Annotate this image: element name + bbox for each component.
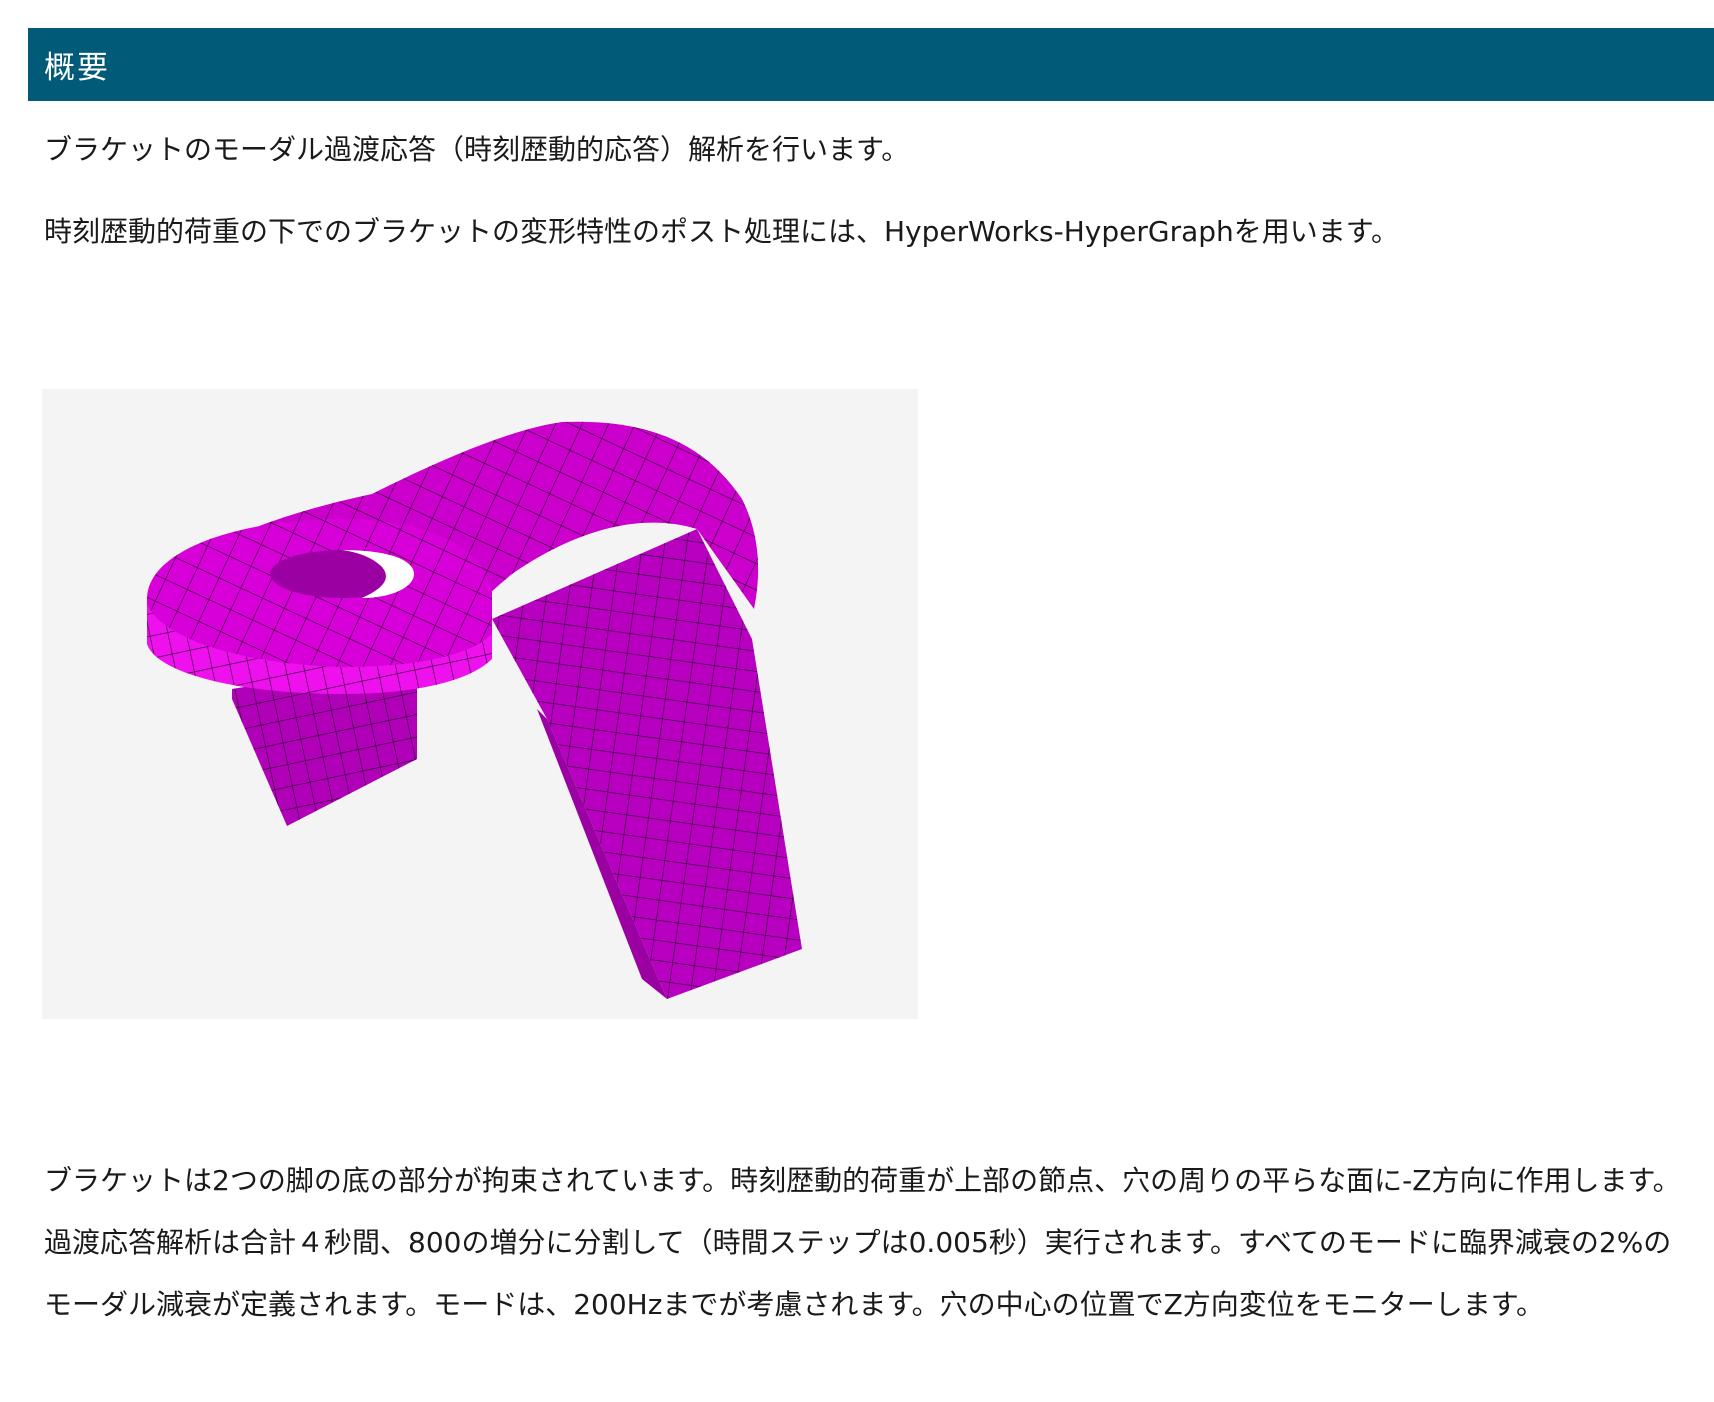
hole-plate bbox=[147, 519, 492, 694]
bracket-figure bbox=[42, 389, 918, 1019]
intro-line-1: ブラケットのモーダル過渡応答（時刻歴動的応答）解析を行います。 bbox=[44, 133, 910, 166]
section-title: 概要 bbox=[44, 50, 110, 86]
section-header: 概要 bbox=[28, 28, 1714, 101]
bracket-mesh-illustration bbox=[147, 421, 802, 999]
description-paragraph: ブラケットは2つの脚の底の部分が拘束されています。時刻歴動的荷重が上部の節点、穴… bbox=[44, 1164, 1681, 1321]
intro-line-2: 時刻歴動的荷重の下でのブラケットの変形特性のポスト処理には、HyperWorks… bbox=[44, 215, 1399, 248]
